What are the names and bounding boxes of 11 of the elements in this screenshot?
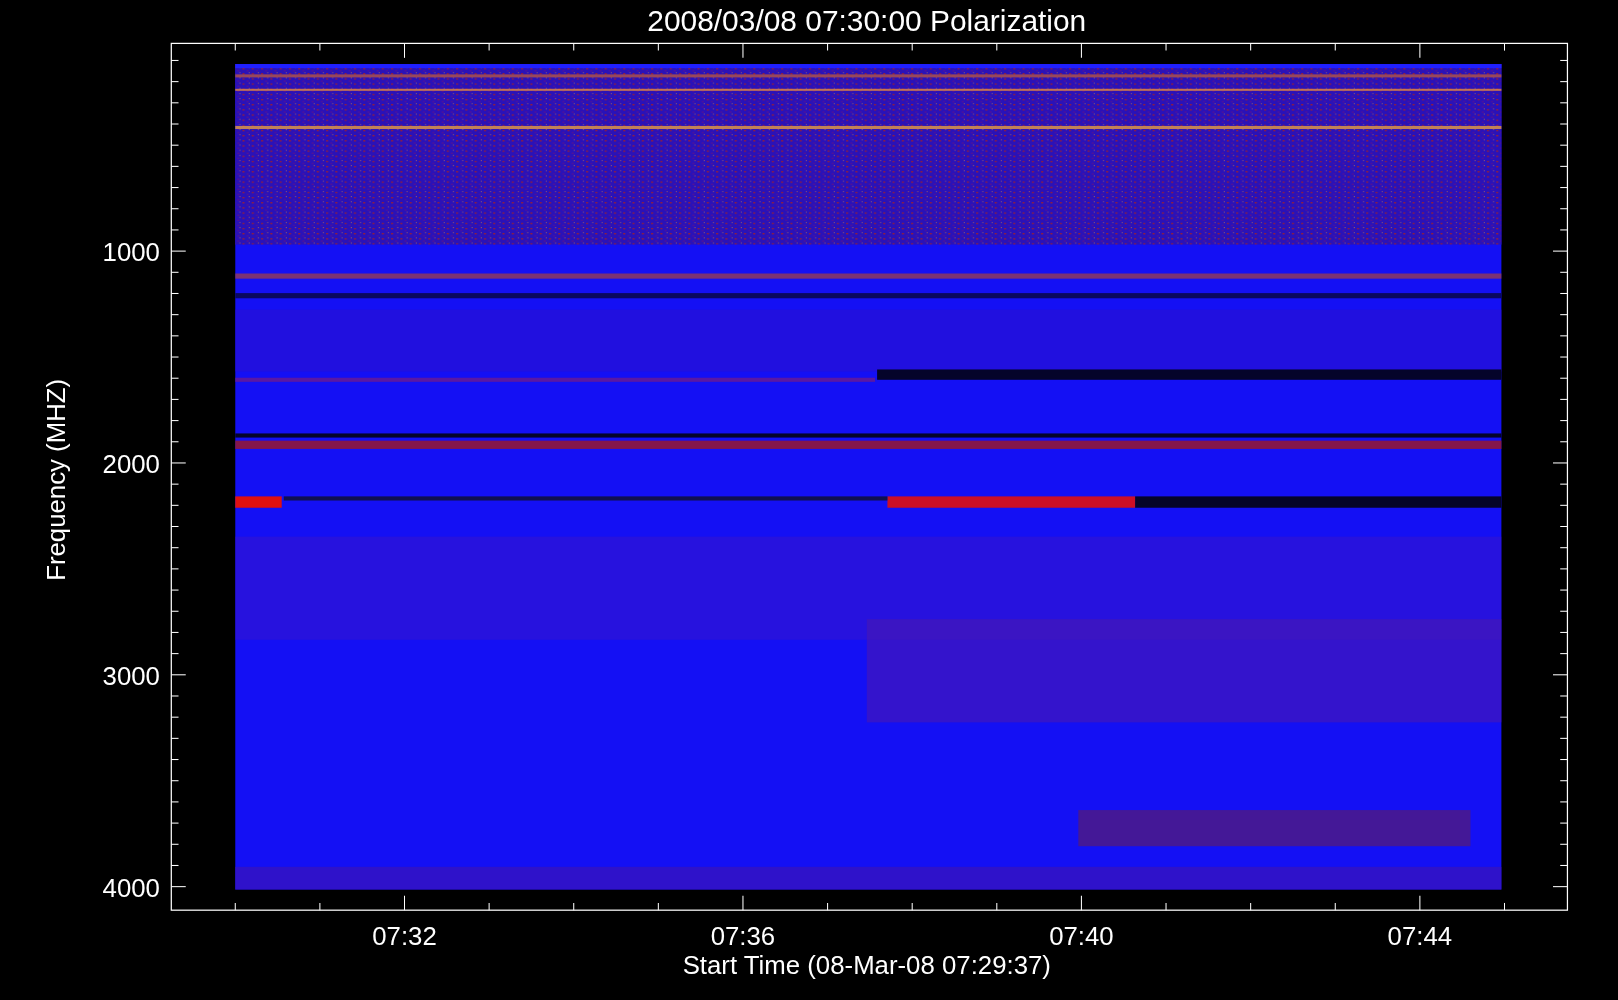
x-tick-label: 07:44 bbox=[1387, 922, 1453, 951]
x-axis-title: Start Time (08-Mar-08 07:29:37) bbox=[682, 951, 1051, 980]
x-tick-label: 07:32 bbox=[372, 922, 437, 951]
y-tick-label: 2000 bbox=[102, 449, 160, 478]
y-axis-title: Frequency (MHZ) bbox=[42, 378, 70, 581]
x-tick-label: 07:40 bbox=[1049, 922, 1114, 951]
x-tick-label: 07:36 bbox=[710, 922, 776, 951]
y-tick-label: 1000 bbox=[102, 238, 160, 267]
y-tick-label: 4000 bbox=[102, 873, 160, 902]
plot-title: 2008/03/08 07:30:00 Polarization bbox=[647, 4, 1087, 37]
y-tick-label: 3000 bbox=[102, 661, 160, 690]
